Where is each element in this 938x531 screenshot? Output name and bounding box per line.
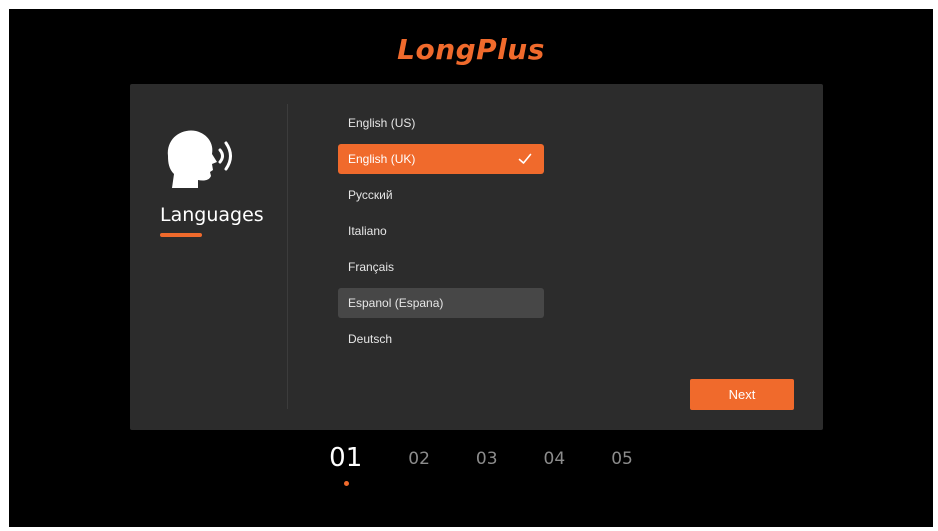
language-panel: Languages English (US) English (UK) Русс… [130, 84, 823, 430]
brand-logo: LongPlus [397, 33, 545, 66]
step-indicator: 01 02 03 04 05 [9, 443, 933, 486]
step-03[interactable]: 03 [476, 449, 498, 473]
step-04[interactable]: 04 [544, 449, 566, 473]
step-label: 03 [475, 449, 498, 469]
check-icon [518, 153, 532, 164]
step-label: 05 [611, 449, 633, 469]
step-01[interactable]: 01 [329, 443, 363, 486]
language-option-label: English (US) [348, 116, 416, 130]
step-05[interactable]: 05 [611, 449, 633, 473]
language-option-english-uk[interactable]: English (UK) [338, 144, 544, 174]
language-list: English (US) English (UK) Русский Italia… [338, 108, 544, 360]
language-option-german[interactable]: Deutsch [338, 324, 544, 354]
setup-screen: LongPlus Languages English (US) English … [9, 9, 933, 527]
next-button[interactable]: Next [690, 379, 794, 410]
language-option-italian[interactable]: Italiano [338, 216, 544, 246]
step-02[interactable]: 02 [408, 449, 430, 473]
language-option-label: Deutsch [348, 332, 393, 346]
step-label: 04 [543, 449, 566, 469]
step-label: 02 [408, 449, 430, 469]
section-title: Languages [160, 204, 264, 226]
language-option-french[interactable]: Français [338, 252, 544, 282]
speaking-head-icon [167, 130, 232, 188]
language-option-russian[interactable]: Русский [338, 180, 544, 210]
language-option-label: Français [348, 260, 395, 274]
section-title-underline [160, 233, 202, 237]
language-option-label: English (UK) [348, 152, 416, 166]
language-option-label: Русский [348, 188, 393, 202]
current-step-dot [343, 481, 349, 486]
language-option-label: Italiano [348, 224, 387, 238]
panel-divider [287, 104, 288, 409]
language-option-label: Espanol (Espana) [348, 296, 444, 310]
language-option-spanish[interactable]: Espanol (Espana) [338, 288, 544, 318]
step-label: 01 [329, 443, 363, 473]
language-option-english-us[interactable]: English (US) [338, 108, 544, 138]
